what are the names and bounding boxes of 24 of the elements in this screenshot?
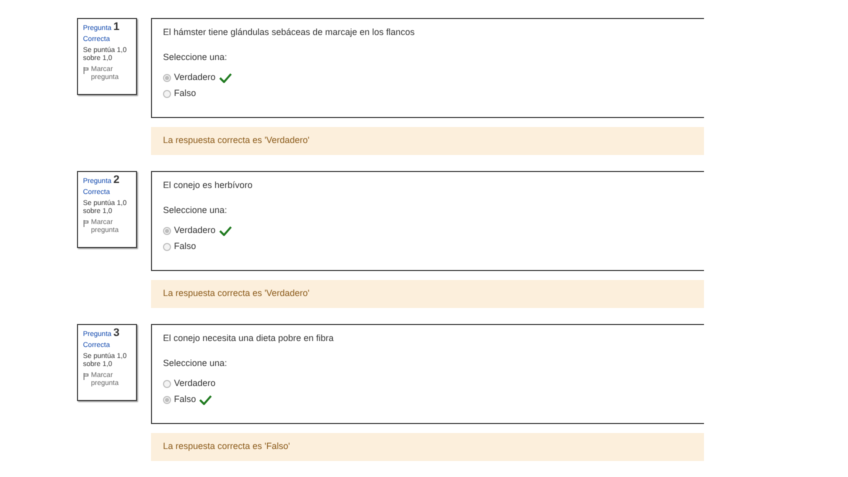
radio-button[interactable] [163,380,171,388]
flag-icon[interactable] [83,67,89,74]
correct-answer-text: La respuesta correcta es 'Verdadero' [163,287,310,300]
question-text: El conejo es herbívoro [163,179,254,192]
radio-button[interactable] [163,396,171,404]
option-label: Verdadero [174,71,216,84]
radio-button[interactable] [163,74,171,82]
option-label: Falso [174,393,196,406]
option-label: Verdadero [174,224,216,238]
radio-button[interactable] [163,227,171,235]
question-text: El hámster tiene glándulas sebáceas de marcaje en los flancos [163,26,416,39]
correct-answer-text: La respuesta correcta es 'Verdadero' [163,134,310,148]
option-label: Verdadero [174,377,216,390]
answer-prompt: Seleccione una: [163,50,228,64]
radio-button[interactable] [163,243,171,251]
flag-icon[interactable] [83,373,89,380]
answer-prompt: Seleccione una: [163,356,228,370]
option-label: Falso [174,240,196,254]
option-label: Falso [174,87,196,100]
correct-answer-text: La respuesta correcta es 'Falso' [163,440,290,454]
radio-button[interactable] [163,90,171,98]
question-text: El conejo necesita una dieta pobre en fibra [163,332,335,345]
answer-prompt: Seleccione una: [163,204,228,216]
flag-icon[interactable] [83,220,89,227]
